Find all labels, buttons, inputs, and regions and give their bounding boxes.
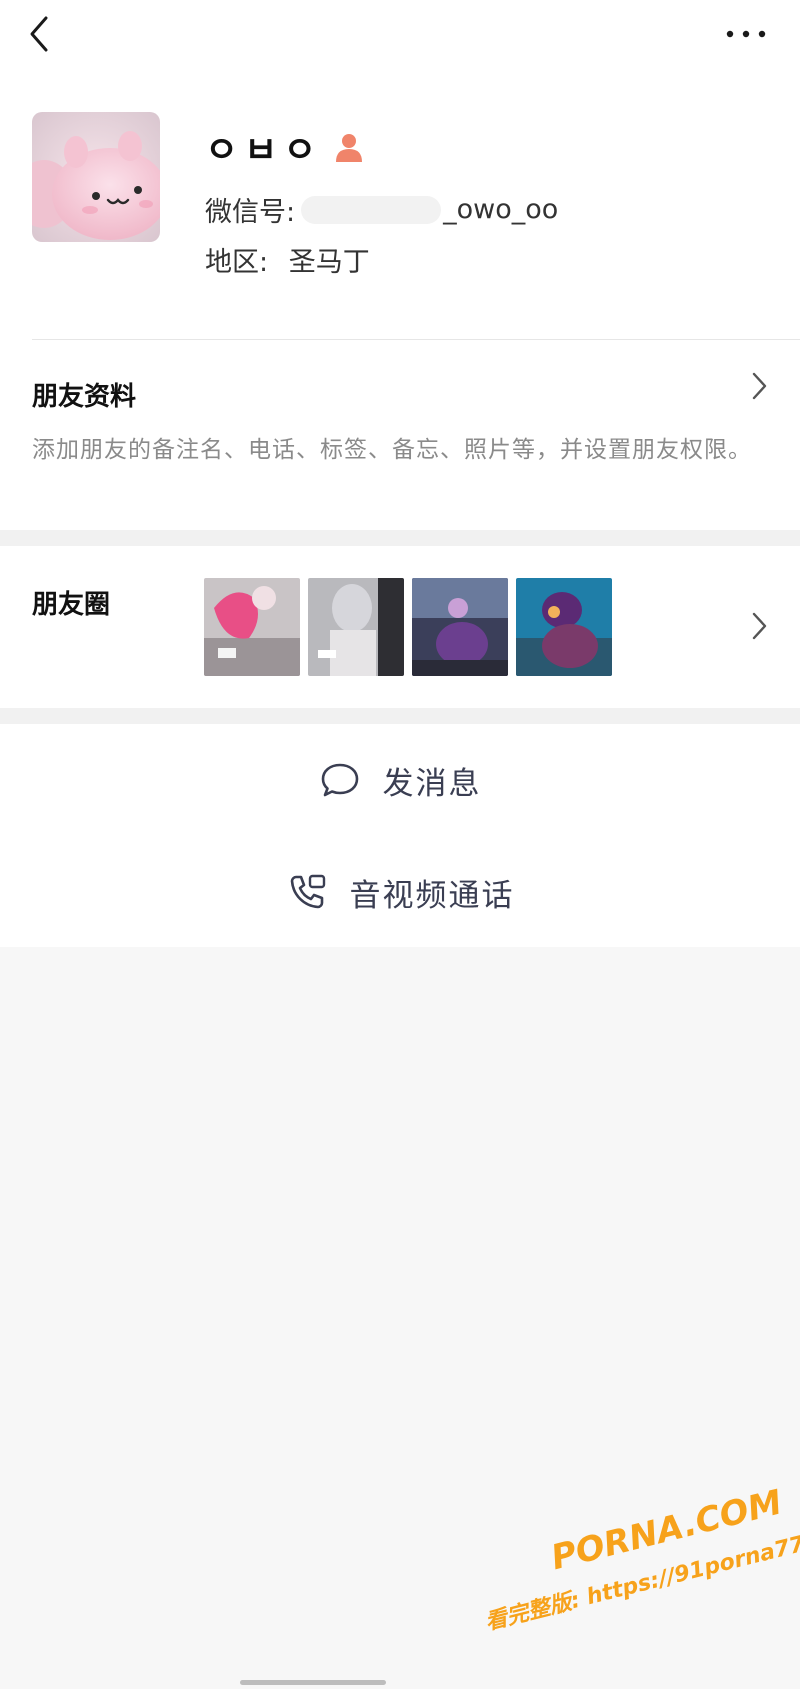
moment-photo[interactable]	[204, 578, 300, 676]
profile-name: ㅇㅂㅇ	[205, 130, 323, 171]
chevron-right-icon	[752, 372, 767, 400]
wechat-id-label: 微信号:	[205, 197, 296, 228]
wechat-id: 微信号: _owo_oo	[205, 190, 558, 229]
section-gap	[0, 708, 800, 724]
phone-call-icon	[290, 874, 325, 909]
friend-info-title: 朋友资料	[32, 382, 137, 412]
moment-photo[interactable]	[308, 578, 404, 676]
region: 地区: 圣马丁	[205, 240, 370, 279]
wechat-id-redaction	[301, 195, 442, 224]
user-badge-icon	[336, 134, 363, 162]
section-gap	[0, 530, 800, 546]
moment-photo[interactable]	[516, 578, 612, 676]
chevron-left-icon[interactable]	[22, 14, 58, 54]
region-label: 地区:	[205, 247, 269, 278]
more-horizontal-icon[interactable]	[722, 20, 770, 48]
chevron-right-icon	[752, 612, 767, 640]
friend-info-description: 添加朋友的备注名、电话、标签、备忘、照片等，并设置朋友权限。	[32, 437, 752, 463]
name-row: ㅇㅂㅇ	[205, 124, 366, 171]
avatar[interactable]	[32, 112, 160, 242]
chat-bubble-icon	[321, 763, 358, 797]
send-message-button[interactable]: 发消息	[0, 745, 800, 815]
send-message-label: 发消息	[382, 765, 482, 802]
wechat-id-value: _owo_oo	[443, 194, 559, 225]
moments-title: 朋友圈	[32, 590, 111, 620]
home-indicator[interactable]	[240, 1680, 386, 1685]
watermark: PORNA.COM 看完整版: https://91porna77.com	[460, 1440, 800, 1665]
region-value: 圣马丁	[288, 247, 370, 278]
video-call-label: 音视频通话	[349, 877, 515, 914]
profile-panel: ㅇㅂㅇ 微信号: _owo_oo 地区: 圣马丁 朋友资料 添加朋友的备注名、电…	[0, 0, 800, 947]
video-call-button[interactable]: 音视频通话	[0, 857, 800, 927]
moment-photo[interactable]	[412, 578, 508, 676]
